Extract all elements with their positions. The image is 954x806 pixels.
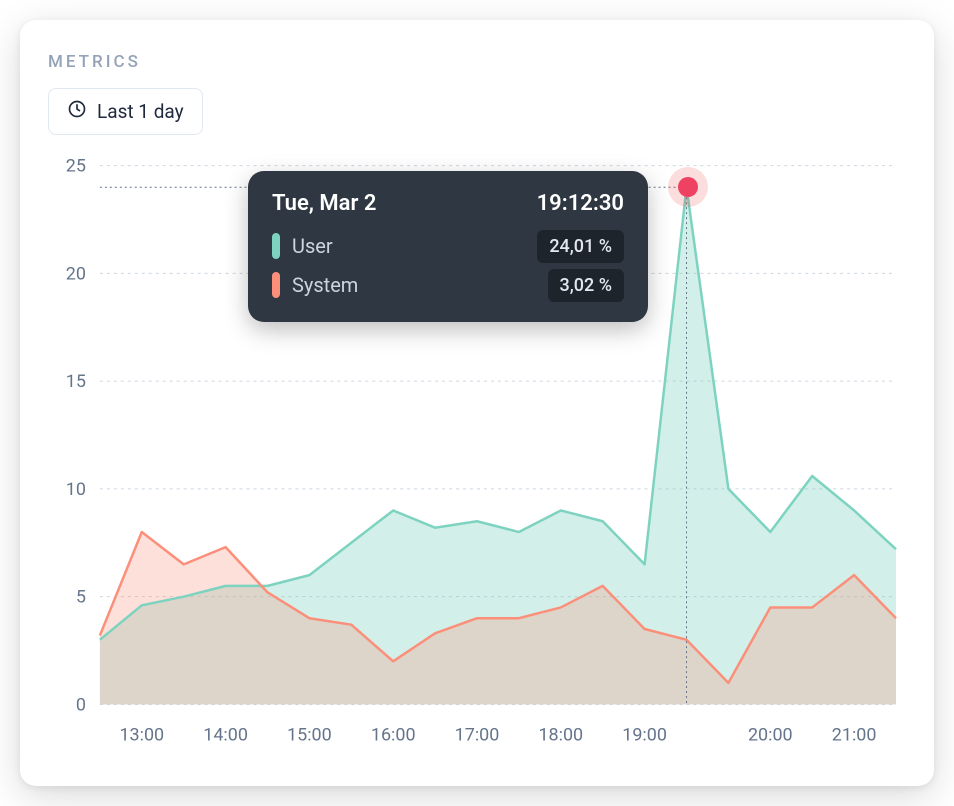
time-range-label: Last 1 day	[97, 100, 184, 123]
svg-text:19:00: 19:00	[622, 724, 667, 745]
svg-text:20:00: 20:00	[748, 724, 793, 745]
svg-text:21:00: 21:00	[832, 724, 877, 745]
tooltip-label-system: System	[292, 273, 536, 297]
tooltip-date: Tue, Mar 2	[272, 191, 376, 216]
svg-text:20: 20	[66, 263, 86, 284]
tooltip-value-user: 24,01 %	[537, 230, 624, 263]
svg-text:14:00: 14:00	[203, 724, 248, 745]
svg-text:13:00: 13:00	[119, 724, 164, 745]
chart-container: 0 5 10 15 20 25 13:00 14:00 15:00 16:00 17:00 18:0…	[48, 155, 906, 755]
svg-text:15:00: 15:00	[287, 724, 332, 745]
card-title: METRICS	[48, 52, 906, 72]
tooltip-label-user: User	[292, 234, 525, 258]
time-range-button[interactable]: Last 1 day	[48, 88, 203, 135]
svg-text:15: 15	[66, 371, 86, 392]
chart-tooltip: Tue, Mar 2 19:12:30 User 24,01 % System …	[248, 171, 648, 322]
svg-text:16:00: 16:00	[371, 724, 416, 745]
swatch-user-icon	[272, 233, 280, 259]
svg-text:17:00: 17:00	[455, 724, 500, 745]
svg-text:0: 0	[76, 694, 86, 715]
tooltip-row-system: System 3,02 %	[272, 269, 624, 302]
metrics-card: METRICS Last 1 day 0 5 10 15 20 25 13:00 14:00…	[20, 20, 934, 786]
clock-icon	[67, 99, 87, 124]
svg-text:25: 25	[66, 156, 86, 177]
svg-text:18:00: 18:00	[538, 724, 583, 745]
swatch-system-icon	[272, 272, 280, 298]
svg-text:5: 5	[76, 587, 86, 608]
svg-text:10: 10	[66, 479, 86, 500]
tooltip-time: 19:12:30	[537, 191, 624, 216]
tooltip-row-user: User 24,01 %	[272, 230, 624, 263]
tooltip-value-system: 3,02 %	[548, 269, 624, 302]
